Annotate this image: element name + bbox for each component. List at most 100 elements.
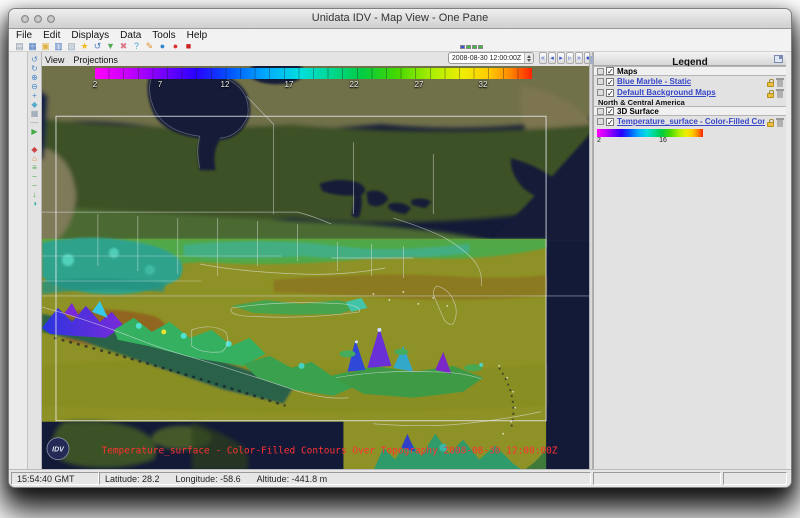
save-bundle-icon[interactable]: ▥ bbox=[53, 42, 64, 51]
time-box[interactable] bbox=[478, 45, 483, 49]
status-bar: 15:54:40 GMT Latitude: 28.2 Longitude: -… bbox=[9, 469, 791, 487]
map-canvas[interactable]: IDV Temperature_surface - Color-Filled C… bbox=[42, 66, 589, 471]
help-tips-icon[interactable]: ? bbox=[131, 42, 142, 51]
collapse-item-icon[interactable] bbox=[597, 89, 604, 96]
colorbar-label: 12 bbox=[221, 80, 230, 89]
title-bar: Unidata IDV - Map View - One Pane bbox=[9, 9, 791, 29]
menu-help[interactable]: Help bbox=[187, 30, 208, 41]
down-arrow-icon[interactable]: ↓ bbox=[29, 190, 41, 199]
clock-text: 15:54:40 GMT bbox=[17, 474, 75, 484]
default-maps-link[interactable]: Default Background Maps bbox=[617, 88, 716, 97]
collapse-item-icon[interactable] bbox=[597, 118, 604, 125]
menu-edit[interactable]: Edit bbox=[43, 30, 60, 41]
longitude-readout: Longitude: -58.6 bbox=[176, 474, 241, 484]
zoom-out-icon[interactable]: ⊖ bbox=[29, 82, 41, 91]
altitude-readout: Altitude: -441.8 m bbox=[257, 474, 328, 484]
stop-loads-icon[interactable]: ■ bbox=[183, 42, 194, 51]
play-view-icon[interactable]: ▶ bbox=[29, 127, 41, 136]
view-toolbar: ↺ ↻ ⊕ ⊖ + ◆ ▦ — ▶ ◆ ⌂ ≡ − − ↓ ◑ bbox=[27, 52, 42, 469]
display-annotation: Temperature_surface - Color-Filled Conto… bbox=[101, 446, 557, 457]
rotate-right-icon[interactable]: ↻ bbox=[29, 64, 41, 73]
perspective-icon[interactable]: ◆ bbox=[29, 100, 41, 109]
remove-display-icon[interactable] bbox=[777, 91, 783, 98]
remove-display-icon[interactable] bbox=[777, 80, 783, 87]
menu-file[interactable]: File bbox=[16, 30, 32, 41]
copy-display-icon[interactable]: ▧ bbox=[66, 42, 77, 51]
default-maps-visibility-checkbox[interactable]: ✓ bbox=[606, 89, 614, 97]
surface-group-visibility-checkbox[interactable]: ✓ bbox=[606, 107, 614, 115]
record-image-icon[interactable]: ● bbox=[170, 42, 181, 51]
drawing-icon[interactable]: ✎ bbox=[144, 42, 155, 51]
step-forward-button[interactable]: ▹ bbox=[566, 52, 574, 64]
open-bundle-icon[interactable]: ▦ bbox=[27, 42, 38, 51]
lock-icon[interactable] bbox=[767, 82, 774, 87]
colorbar-label: 32 bbox=[479, 80, 488, 89]
legend-header: Legend bbox=[594, 52, 786, 66]
legend-item-default-maps: ✓ Default Background Maps bbox=[594, 87, 786, 98]
time-box[interactable] bbox=[460, 45, 465, 49]
colorbar-labels: 2 7 12 17 22 27 32 bbox=[95, 80, 532, 90]
pan-icon[interactable]: + bbox=[29, 91, 41, 100]
collapse-group-icon[interactable] bbox=[597, 108, 604, 115]
home-view-icon[interactable]: ⌂ bbox=[29, 154, 41, 163]
temperature-visibility-checkbox[interactable]: ✓ bbox=[606, 118, 614, 126]
collapse-group-icon[interactable] bbox=[597, 68, 604, 75]
legend-item-temperature-surface: ✓ Temperature_surface - Color-Filled Con… bbox=[594, 116, 786, 127]
ruler-h-icon[interactable]: − bbox=[29, 172, 41, 181]
reload-icon[interactable]: ↺ bbox=[92, 42, 103, 51]
tab-projections[interactable]: Projections bbox=[73, 55, 118, 65]
globe-small-icon[interactable]: ◑ bbox=[29, 199, 41, 208]
go-to-start-button[interactable]: « bbox=[539, 52, 547, 64]
blue-marble-link[interactable]: Blue Marble - Static bbox=[617, 77, 691, 86]
vertical-scale-icon[interactable]: ≡ bbox=[29, 163, 41, 172]
map-menus: View Projections bbox=[45, 55, 118, 65]
legend-group-label: Maps bbox=[617, 67, 637, 76]
legend-colorbar-labels: 2 16 bbox=[597, 137, 703, 146]
time-box[interactable] bbox=[466, 45, 471, 49]
tab-view[interactable]: View bbox=[45, 55, 64, 65]
undock-legend-icon[interactable] bbox=[774, 55, 783, 63]
legend-colorbar[interactable] bbox=[597, 129, 703, 137]
step-back-button[interactable]: ◂ bbox=[548, 52, 556, 64]
menu-data[interactable]: Data bbox=[120, 30, 141, 41]
window-title: Unidata IDV - Map View - One Pane bbox=[9, 12, 791, 24]
settings-grid-icon[interactable]: ▦ bbox=[29, 109, 41, 118]
play-button[interactable]: ▸ bbox=[557, 52, 565, 64]
remove-displays-icon[interactable]: ✖ bbox=[118, 42, 129, 51]
idv-logo-text: IDV bbox=[52, 447, 65, 454]
colorbar-label: 7 bbox=[158, 80, 162, 89]
globe-icon[interactable]: ● bbox=[157, 42, 168, 51]
rotate-left-icon[interactable]: ↺ bbox=[29, 55, 41, 64]
lock-icon[interactable] bbox=[767, 93, 774, 98]
collapse-item-icon[interactable] bbox=[597, 78, 604, 85]
colorbar-label: 2 bbox=[93, 80, 97, 89]
lock-icon[interactable] bbox=[767, 122, 774, 127]
time-stepper[interactable] bbox=[524, 53, 533, 63]
go-to-end-button[interactable]: » bbox=[575, 52, 583, 64]
temperature-colorbar bbox=[95, 68, 532, 79]
legend-panel: Legend ✓ Maps ✓ Blue Marble - Static ✓ D… bbox=[593, 52, 786, 469]
maps-visibility-checkbox[interactable]: ✓ bbox=[606, 67, 614, 75]
map-set-label: North & Central America bbox=[594, 98, 786, 106]
zoom-in-icon[interactable]: ⊕ bbox=[29, 73, 41, 82]
animation-time-boxes[interactable] bbox=[460, 45, 483, 49]
time-select[interactable]: 2008-08-30 12:00:00Z bbox=[448, 52, 534, 64]
import-data-icon[interactable]: ▼ bbox=[105, 42, 116, 51]
memory-area bbox=[723, 472, 787, 485]
blue-marble-visibility-checkbox[interactable]: ✓ bbox=[606, 78, 614, 86]
menu-tools[interactable]: Tools bbox=[152, 30, 175, 41]
remove-display-icon[interactable] bbox=[777, 120, 783, 127]
time-box[interactable] bbox=[472, 45, 477, 49]
idv-logo: IDV bbox=[47, 438, 69, 460]
color-swatch-icon[interactable]: ◆ bbox=[29, 145, 41, 154]
show-dashboard-icon[interactable]: ▤ bbox=[14, 42, 25, 51]
temperature-surface-link[interactable]: Temperature_surface - Color-Filled Conto… bbox=[617, 117, 765, 126]
menu-displays[interactable]: Displays bbox=[71, 30, 109, 41]
ruler-v-icon[interactable]: − bbox=[29, 181, 41, 190]
colorbar-label: 22 bbox=[350, 80, 359, 89]
menu-bar: File Edit Displays Data Tools Help bbox=[9, 29, 791, 41]
open-file-icon[interactable]: ▣ bbox=[40, 42, 51, 51]
favorites-icon[interactable]: ★ bbox=[79, 42, 90, 51]
message-area bbox=[593, 472, 721, 485]
latitude-readout: Latitude: 28.2 bbox=[105, 474, 160, 484]
